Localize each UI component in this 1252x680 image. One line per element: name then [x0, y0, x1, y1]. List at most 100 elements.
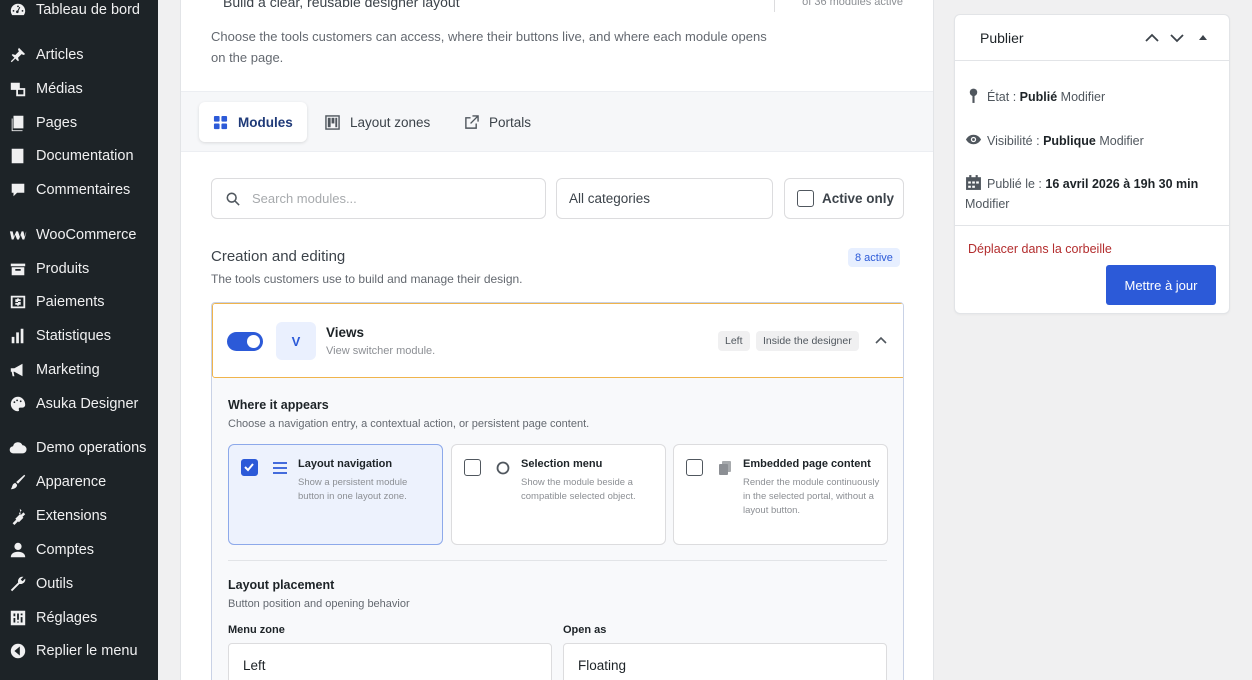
option-checkbox[interactable] — [464, 459, 481, 476]
where-description: Choose a navigation entry, a contextual … — [228, 418, 590, 430]
open-as-select[interactable]: Floating — [563, 643, 887, 680]
search-icon — [226, 192, 240, 206]
sidebar-item-label: Comptes — [36, 542, 95, 558]
zone-chip: Left — [718, 331, 750, 351]
tab-modules[interactable]: Modules — [199, 102, 307, 142]
where-title: Where it appears — [228, 398, 329, 412]
chevron-down-icon[interactable] — [1169, 31, 1185, 45]
chevron-up-icon[interactable] — [1144, 31, 1160, 45]
settings-icon — [8, 608, 28, 628]
visibility-value: Publique — [1043, 134, 1096, 148]
chevron-up-icon[interactable] — [873, 333, 889, 349]
sidebar-item-statistiques[interactable]: Statistiques — [0, 321, 158, 351]
wrench-icon — [8, 574, 28, 594]
sidebar-item-label: Extensions — [36, 508, 107, 524]
panel-description: Choose the tools customers can access, w… — [211, 29, 767, 65]
collapse-triangle-icon[interactable] — [1195, 31, 1211, 45]
woo-icon — [8, 225, 28, 245]
sidebar-item-tableau-de-bord[interactable]: Tableau de bord — [0, 0, 158, 25]
option-embedded-page-content[interactable]: Embedded page content Render the module … — [673, 444, 888, 545]
edit-status-link[interactable]: Modifier — [1061, 90, 1105, 104]
pin-icon — [969, 88, 978, 103]
sidebar-item-produits[interactable]: Produits — [0, 254, 158, 284]
eye-icon — [965, 134, 982, 145]
visibility-row: Visibilité : Publique Modifier — [965, 131, 1144, 151]
sidebar-item-label: Tableau de bord — [36, 2, 140, 18]
tab-layout-zones[interactable]: Layout zones — [311, 102, 444, 142]
sidebar-item-marketing[interactable]: Marketing — [0, 355, 158, 385]
media-icon — [8, 79, 28, 99]
brush-icon — [8, 472, 28, 492]
sidebar-item-extensions[interactable]: Extensions — [0, 501, 158, 531]
option-layout-navigation[interactable]: Layout navigation Show a persistent modu… — [228, 444, 443, 545]
megaphone-icon — [8, 360, 28, 380]
user-icon — [8, 540, 28, 560]
module-header[interactable]: V Views View switcher module. Left Insid… — [212, 303, 903, 378]
move-to-trash-link[interactable]: Déplacer dans la corbeille — [968, 242, 1112, 256]
search-input[interactable] — [252, 191, 512, 206]
sidebar-item-articles[interactable]: Articles — [0, 40, 158, 70]
sidebar-item-label: Articles — [36, 47, 84, 63]
menu-zone-select[interactable]: Left — [228, 643, 552, 680]
category-select[interactable]: All categories — [556, 178, 773, 219]
edit-visibility-link[interactable]: Modifier — [1099, 134, 1143, 148]
publish-box: Publier État : Publié Modifier Visibilit… — [954, 14, 1230, 314]
sidebar-item-outils[interactable]: Outils — [0, 569, 158, 599]
option-title: Embedded page content — [743, 458, 871, 470]
module-enable-toggle[interactable] — [227, 332, 263, 351]
search-field[interactable] — [211, 178, 546, 219]
publish-header: Publier — [955, 15, 1229, 61]
panel-title: Build a clear, reusable designer layout — [223, 0, 460, 10]
module-count: of 36 modules active — [802, 0, 903, 8]
grid-icon — [213, 115, 228, 129]
collapse-menu-button[interactable]: Replier le menu — [0, 636, 158, 666]
publish-title: Publier — [980, 30, 1024, 46]
status-label: État : — [987, 90, 1017, 104]
sidebar-item-commentaires[interactable]: Commentaires — [0, 175, 158, 205]
header-divider — [774, 0, 775, 12]
sidebar-item-apparence[interactable]: Apparence — [0, 467, 158, 497]
sidebar-item-label: Statistiques — [36, 328, 111, 344]
placement-description: Button position and opening behavior — [228, 598, 410, 610]
tab-label: Modules — [238, 114, 293, 130]
module-name: Views — [326, 325, 365, 340]
option-checkbox[interactable] — [241, 459, 258, 476]
active-only-label: Active only — [822, 191, 895, 206]
published-date-row: Publié le : 16 avril 2026 à 19h 30 min Mo… — [965, 174, 1198, 214]
option-description: Show the module beside a compatible sele… — [521, 477, 636, 502]
sidebar-item-woocommerce[interactable]: WooCommerce — [0, 220, 158, 250]
open-as-label: Open as — [563, 624, 607, 636]
menu-zone-label: Menu zone — [228, 624, 285, 636]
chart-icon — [8, 326, 28, 346]
sidebar-item-medias[interactable]: Médias — [0, 74, 158, 104]
module-description: View switcher module. — [326, 345, 436, 357]
sidebar-item-comptes[interactable]: Comptes — [0, 535, 158, 565]
sidebar-item-paiements[interactable]: Paiements — [0, 287, 158, 317]
option-selection-menu[interactable]: Selection menu Show the module beside a … — [451, 444, 666, 545]
sidebar-item-documentation[interactable]: Documentation — [0, 141, 158, 171]
sidebar-item-label: Commentaires — [36, 182, 131, 198]
pin-icon — [8, 45, 28, 65]
status-value: Publié — [1019, 90, 1058, 104]
section-subtitle: The tools customers use to build and man… — [211, 272, 523, 286]
sidebar-item-label: WooCommerce — [36, 227, 137, 243]
module-letter-icon: V — [276, 322, 316, 360]
sidebar-item-asuka-designer[interactable]: Asuka Designer — [0, 389, 158, 419]
sidebar-item-reglages[interactable]: Réglages — [0, 603, 158, 633]
dashboard-icon — [8, 0, 28, 20]
tab-portals[interactable]: Portals — [450, 102, 545, 142]
tab-label: Portals — [489, 114, 532, 130]
active-only-checkbox[interactable] — [797, 190, 814, 207]
module-settings: Where it appears Choose a navigation ent… — [212, 378, 903, 680]
active-only-filter[interactable]: Active only — [784, 178, 904, 219]
circle-icon — [496, 461, 510, 475]
update-button[interactable]: Mettre à jour — [1106, 265, 1216, 305]
sidebar-item-demo-operations[interactable]: Demo operations — [0, 433, 158, 463]
option-title: Layout navigation — [298, 458, 393, 470]
option-checkbox[interactable] — [686, 459, 703, 476]
admin-sidebar: Tableau de bord Articles Médias Pages Do… — [0, 0, 158, 680]
sidebar-item-pages[interactable]: Pages — [0, 108, 158, 138]
sidebar-item-label: Médias — [36, 81, 83, 97]
option-description: Render the module continuously in the se… — [743, 477, 880, 516]
edit-date-link[interactable]: Modifier — [965, 197, 1009, 211]
